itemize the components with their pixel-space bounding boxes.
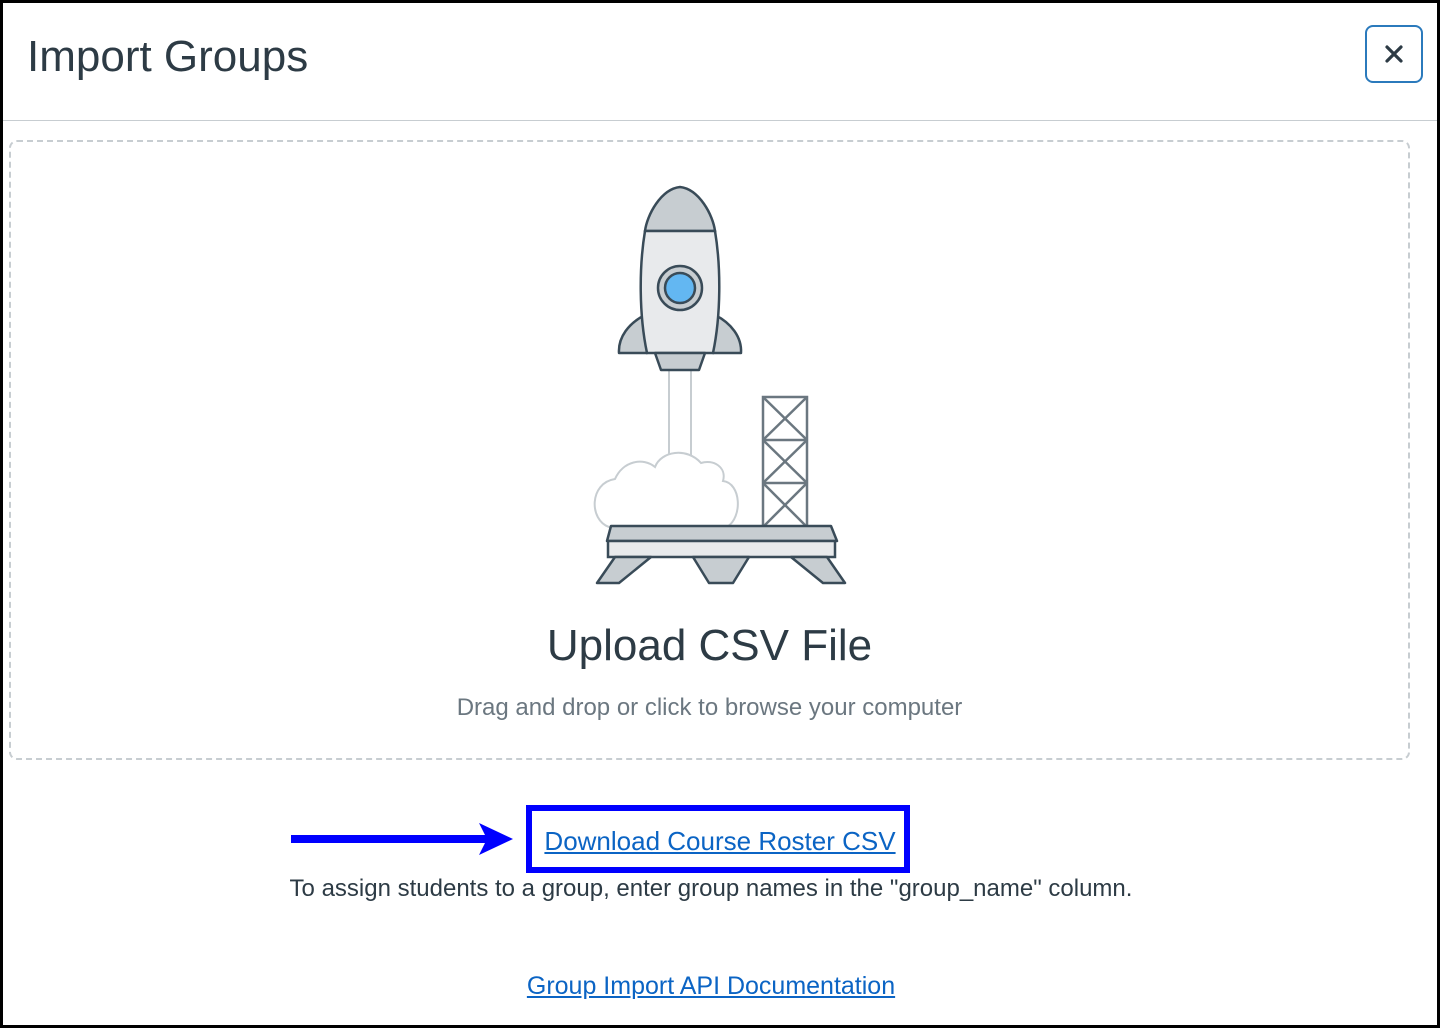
close-icon xyxy=(1385,45,1403,63)
close-button[interactable] xyxy=(1365,25,1423,83)
group-import-api-documentation-link[interactable]: Group Import API Documentation xyxy=(527,972,895,1000)
upload-subtitle: Drag and drop or click to browse your co… xyxy=(456,694,963,721)
modal-title: Import Groups xyxy=(27,32,309,81)
import-groups-modal: Import Groups Upload CSV File Drag and d… xyxy=(0,0,1440,1028)
download-course-roster-csv-link[interactable]: Download Course Roster CSV xyxy=(544,826,895,856)
modal-header: Import Groups xyxy=(3,3,1437,121)
roster-link-container: Download Course Roster CSV xyxy=(3,824,1437,858)
upload-title: Upload CSV File xyxy=(546,621,873,670)
file-drop-zone[interactable]: Upload CSV File Drag and drop or click t… xyxy=(9,140,1410,760)
rocket-launch-illustration xyxy=(593,185,847,585)
group-name-hint: To assign students to a group, enter gro… xyxy=(289,875,1133,902)
api-link-container: Group Import API Documentation xyxy=(3,969,1419,1003)
